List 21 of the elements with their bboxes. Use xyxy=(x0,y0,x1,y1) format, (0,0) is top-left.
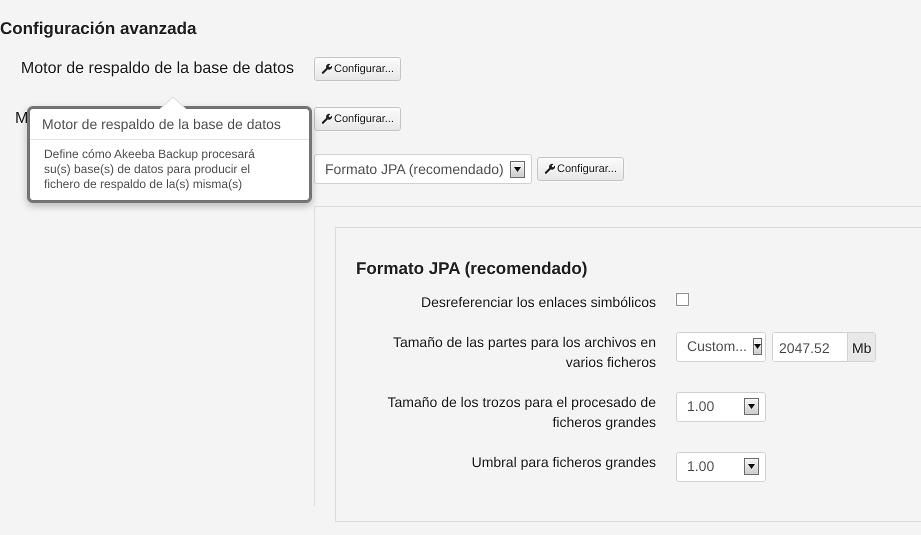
field-label: Tamaño de los trozos para el procesado de ficheros grandes xyxy=(386,392,656,432)
wrench-icon xyxy=(321,63,333,75)
field-label: Motor de respaldo de la base de datos xyxy=(20,59,294,79)
section-title: Configuración avanzada xyxy=(0,18,198,40)
configure-button[interactable]: Configurar... xyxy=(537,156,624,182)
value-select[interactable]: 1.00 xyxy=(676,452,766,482)
tooltip-title: Motor de respaldo de la base de datos xyxy=(30,109,309,140)
value-select[interactable]: 1.00 xyxy=(676,392,766,422)
field-label: M xyxy=(15,109,28,129)
checkbox[interactable] xyxy=(676,292,689,306)
engine-select[interactable]: Formato JPA (recomendado) xyxy=(314,154,532,184)
field-label: Tamaño de las partes para los archivos en varios ficheros xyxy=(392,332,656,372)
wrench-icon xyxy=(321,113,333,125)
tooltip-text: Define cómo Akeeba Backup procesará su(s) base(s) de datos para producir el fichero de respaldo de la(s) misma(s) xyxy=(43,146,256,193)
configure-button[interactable]: Configurar... xyxy=(314,56,401,82)
field-label: Desreferenciar los enlaces simbólicos xyxy=(420,292,656,312)
field-label: Umbral para ficheros grandes xyxy=(470,452,656,472)
panel-title: Formato JPA (recomendado) xyxy=(356,258,588,280)
configure-button[interactable]: Configurar... xyxy=(314,106,401,132)
wrench-icon xyxy=(544,163,556,175)
size-select[interactable]: Custom... xyxy=(676,332,766,362)
